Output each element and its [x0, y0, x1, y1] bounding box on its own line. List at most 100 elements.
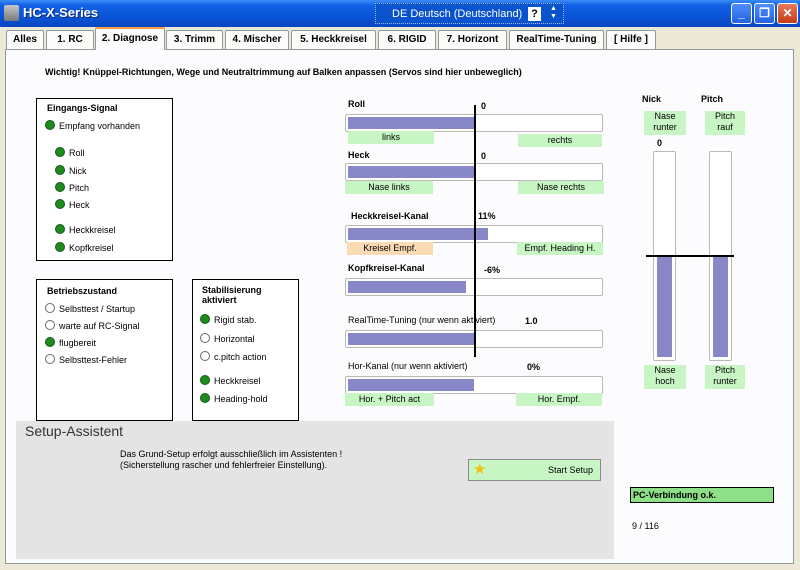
stabil-title-2: aktiviert — [202, 295, 237, 305]
setup-assistant-panel: Setup-Assistent Das Grund-Setup erfolgt … — [16, 421, 614, 559]
heck-left-label: Nase links — [345, 181, 433, 194]
betrieb-fehler-label: Selbsttest-Fehler — [59, 355, 128, 365]
tab-hilfe[interactable]: [ Hilfe ] — [606, 30, 656, 49]
app-icon — [4, 5, 19, 21]
heck-bar-fill — [348, 166, 474, 178]
led-heading-hold — [200, 393, 210, 403]
eingang-kopfkreisel-label: Kopfkreisel — [69, 243, 114, 253]
tab-rigid[interactable]: 6. RIGID — [378, 30, 436, 49]
eingang-pitch-label: Pitch — [69, 183, 90, 193]
start-setup-button[interactable]: ★ Start Setup — [468, 459, 601, 481]
nick-value: 0 — [657, 138, 663, 148]
led-empfang — [45, 120, 55, 130]
horkanal-label: Hor-Kanal (nur wenn aktiviert) — [348, 361, 468, 371]
stabil-group: Stabilisierung aktiviert Rigid stab. Hor… — [192, 279, 299, 421]
led-heckkreisel — [55, 224, 65, 234]
kopfkreisel-bar-fill — [348, 281, 467, 293]
led-warte-rc — [45, 320, 55, 330]
eingang-empfang-label: Empfang vorhanden — [59, 121, 141, 131]
stabil-heading-label: Heading-hold — [214, 394, 268, 404]
tab-trimm[interactable]: 3. Trimm — [166, 30, 223, 49]
spinner-icon[interactable]: ▲ ▼ — [550, 5, 557, 21]
maximize-button[interactable]: ❐ — [754, 3, 775, 24]
stabil-rigid-label: Rigid stab. — [214, 315, 257, 325]
horkanal-bar — [345, 376, 603, 394]
led-selbsttest-fehler — [45, 354, 55, 364]
horkanal-bar-fill — [348, 379, 474, 391]
eingang-roll-label: Roll — [69, 148, 85, 158]
betrieb-warte-label: warte auf RC-Signal — [59, 321, 140, 331]
heck-right-label: Nase rechts — [518, 181, 604, 194]
center-line — [474, 105, 476, 357]
betrieb-selbsttest-label: Selbsttest / Startup — [59, 304, 136, 314]
led-heck — [55, 199, 65, 209]
pitch-bottom-label: Pitch runter — [705, 365, 745, 389]
eingang-group: Eingangs-Signal Empfang vorhanden Roll N… — [36, 98, 173, 261]
led-nick — [55, 165, 65, 175]
close-button[interactable]: ✕ — [777, 3, 798, 24]
led-flugbereit — [45, 337, 55, 347]
heckkreisel-label: Heckkreisel-Kanal — [351, 211, 429, 221]
eingang-heckkreisel-label: Heckkreisel — [69, 225, 116, 235]
nick-top-label: Nase runter — [644, 111, 686, 135]
led-kopfkreisel — [55, 242, 65, 252]
betrieb-title: Betriebszustand — [47, 286, 118, 296]
nick-label: Nick — [642, 94, 662, 104]
led-rigid — [200, 314, 210, 324]
minimize-button[interactable]: _ — [731, 3, 752, 24]
led-roll — [55, 147, 65, 157]
tab-alles[interactable]: Alles — [6, 30, 44, 49]
led-selbsttest — [45, 303, 55, 313]
realtime-bar-fill — [348, 333, 474, 345]
nick-bottom-label: Nase hoch — [644, 365, 686, 389]
notice-text: Wichtig! Knüppel-Richtungen, Wege und Ne… — [45, 67, 522, 77]
eingang-heck-label: Heck — [69, 200, 90, 210]
window-title: HC-X-Series — [23, 5, 99, 20]
pitch-bar-fill — [713, 256, 728, 357]
language-label: DE Deutsch (Deutschland) — [392, 8, 523, 20]
heck-value: 0 — [481, 151, 487, 161]
vertical-center-line — [646, 255, 734, 257]
eingang-nick-label: Nick — [69, 166, 87, 176]
tab-diagnose[interactable]: 2. Diagnose — [95, 27, 165, 50]
horkanal-left-label: Hor. + Pitch act — [345, 393, 434, 406]
nick-bar-fill — [657, 256, 672, 357]
star-icon: ★ — [473, 461, 487, 478]
tab-horizont[interactable]: 7. Horizont — [438, 30, 507, 49]
heck-label: Heck — [348, 150, 370, 160]
pitch-top-label: Pitch rauf — [705, 111, 745, 135]
kopfkreisel-value: -6% — [484, 265, 501, 275]
betrieb-flugbereit-label: flugbereit — [59, 338, 97, 348]
led-horizontal — [200, 333, 210, 343]
start-setup-label: Start Setup — [548, 465, 594, 475]
setup-title: Setup-Assistent — [25, 423, 124, 439]
tab-rc[interactable]: 1. RC — [46, 30, 94, 49]
page-counter: 9 / 116 — [632, 521, 659, 531]
led-pitch — [55, 182, 65, 192]
heckkreisel-left-label: Kreisel Empf. — [347, 242, 433, 255]
stabil-heckkreisel-label: Heckkreisel — [214, 376, 261, 386]
setup-text-2: (Sicherstellung rascher und fehlerfreier… — [120, 460, 328, 470]
tab-heckkreisel[interactable]: 5. Heckkreisel — [291, 30, 376, 49]
heckkreisel-right-label: Empf. Heading H. — [517, 242, 603, 255]
led-cpitch — [200, 351, 210, 361]
stabil-horizontal-label: Horizontal — [214, 334, 255, 344]
roll-label: Roll — [348, 99, 365, 109]
roll-right-label: rechts — [518, 134, 602, 147]
heckkreisel-value: 11% — [478, 211, 496, 221]
roll-bar-fill — [348, 117, 474, 129]
roll-value: 0 — [481, 101, 487, 111]
pitch-label: Pitch — [701, 94, 724, 104]
tab-realtime-tuning[interactable]: RealTime-Tuning — [509, 30, 604, 49]
language-selector[interactable]: DE Deutsch (Deutschland) ? ▲ ▼ — [375, 3, 564, 24]
tab-mischer[interactable]: 4. Mischer — [225, 30, 289, 49]
horkanal-value: 0% — [527, 362, 541, 372]
setup-text-1: Das Grund-Setup erfolgt ausschließlich i… — [120, 449, 343, 459]
eingang-title: Eingangs-Signal — [47, 103, 118, 113]
kopfkreisel-label: Kopfkreisel-Kanal — [348, 263, 425, 273]
help-icon[interactable]: ? — [528, 7, 541, 21]
title-bar: HC-X-Series DE Deutsch (Deutschland) ? ▲… — [0, 0, 800, 27]
horkanal-right-label: Hor. Empf. — [516, 393, 602, 406]
heckkreisel-bar-fill — [348, 228, 488, 240]
tab-bar: Alles 1. RC 2. Diagnose 3. Trimm 4. Misc… — [0, 27, 800, 50]
